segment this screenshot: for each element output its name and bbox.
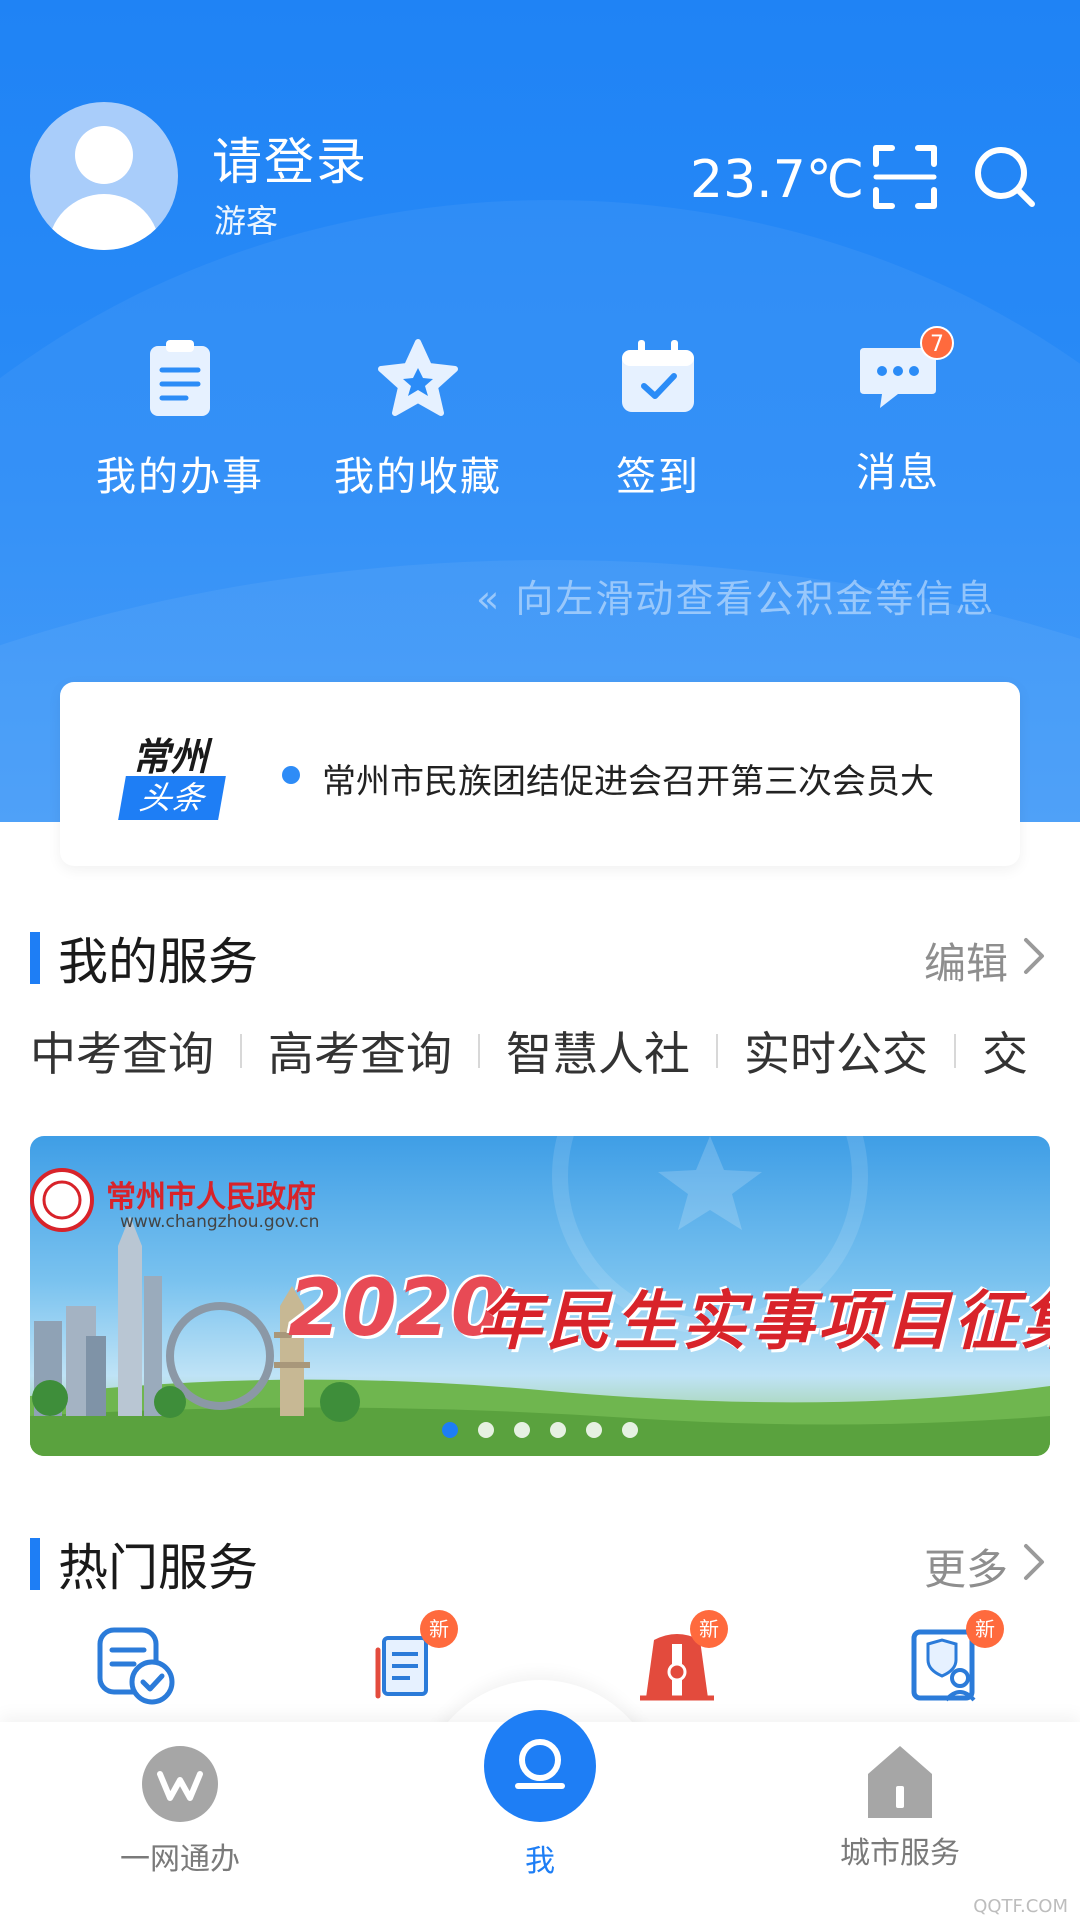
more-services-link[interactable]: 更多	[924, 1536, 1008, 1597]
banner-url: www.changzhou.gov.cn	[120, 1212, 320, 1232]
section-accent-bar	[30, 1538, 40, 1590]
scan-icon[interactable]	[872, 144, 938, 210]
hot-services-header: 热门服务 更多	[0, 1522, 1080, 1602]
service-item[interactable]: 交	[982, 1018, 1028, 1084]
nav-item-me[interactable]: 我	[470, 1710, 610, 1880]
my-affairs-label: 我的办事	[96, 454, 264, 500]
w-logo-icon	[142, 1746, 218, 1822]
new-badge: 新	[966, 1610, 1004, 1648]
nav-item-city-services[interactable]: 城市服务	[830, 1740, 970, 1872]
watermark: QQTF.COM	[973, 1896, 1068, 1917]
carousel-dot[interactable]	[478, 1422, 494, 1438]
carousel-dots	[442, 1422, 658, 1442]
news-logo-line1: 常州	[132, 735, 209, 779]
temperature-readout[interactable]: 23.7℃	[690, 150, 864, 210]
separator	[478, 1034, 480, 1068]
quick-actions: 我的办事 我的收藏 签到 7 消息	[0, 326, 1080, 508]
calendar-check-icon	[622, 340, 694, 412]
hot-services-title: 热门服务	[58, 1539, 258, 1597]
login-title[interactable]: 请登录	[212, 122, 368, 194]
my-favorites-button[interactable]: 我的收藏	[318, 338, 518, 502]
clipboard-icon	[150, 340, 210, 416]
swipe-hint[interactable]: « 向左滑动查看公积金等信息	[476, 568, 995, 623]
news-logo-line2: 头条	[118, 776, 226, 820]
carousel-dot[interactable]	[442, 1422, 458, 1438]
new-badge: 新	[690, 1610, 728, 1648]
banner-org-name: 常州市人民政府	[106, 1180, 316, 1215]
house-icon	[868, 1746, 932, 1818]
new-badge: 新	[420, 1610, 458, 1648]
my-favorites-label: 我的收藏	[334, 454, 502, 500]
profile-icon	[484, 1710, 596, 1822]
message-count-badge: 7	[920, 326, 954, 360]
banner-year: 2020	[288, 1264, 506, 1354]
news-ticker-card[interactable]: 常州 头条 常州市民族团结促进会召开第三次会员大	[60, 682, 1020, 866]
my-services-header: 我的服务 编辑	[0, 916, 1080, 996]
carousel-dot[interactable]	[586, 1422, 602, 1438]
hot-service-item[interactable]: 新	[904, 1610, 1004, 1710]
news-headline[interactable]: 常州市民族团结促进会召开第三次会员大	[322, 754, 934, 803]
nav-label: 一网通办	[120, 1842, 240, 1877]
my-affairs-button[interactable]: 我的办事	[80, 338, 280, 502]
separator	[240, 1034, 242, 1068]
nav-label: 我	[525, 1844, 555, 1879]
edit-services-link[interactable]: 编辑	[924, 930, 1008, 991]
vehicle-check-icon	[97, 1627, 175, 1705]
section-accent-bar	[30, 932, 40, 984]
hot-service-item[interactable]: 新	[362, 1610, 458, 1710]
hot-service-item[interactable]	[90, 1620, 180, 1710]
chat-bubble-icon: 7	[858, 326, 954, 418]
nav-item-one-stop[interactable]: 一网通办	[110, 1746, 250, 1878]
my-services-title: 我的服务	[58, 933, 258, 991]
avatar[interactable]	[30, 102, 178, 250]
separator	[954, 1034, 956, 1068]
service-item[interactable]: 实时公交	[744, 1018, 928, 1084]
check-in-button[interactable]: 签到	[558, 338, 758, 502]
separator	[716, 1034, 718, 1068]
hot-service-item[interactable]: 新	[632, 1610, 728, 1710]
bullet-dot-icon	[282, 766, 300, 784]
messages-label: 消息	[856, 450, 940, 496]
star-icon	[378, 339, 458, 416]
chevron-right-icon[interactable]	[1016, 1542, 1050, 1582]
my-services-strip: 中考查询 高考查询 智慧人社 实时公交交	[30, 1018, 1080, 1088]
service-item[interactable]: 智慧人社	[506, 1018, 690, 1084]
user-role-label: 游客	[214, 202, 279, 240]
check-in-label: 签到	[616, 454, 700, 500]
carousel-dot[interactable]	[622, 1422, 638, 1438]
messages-button[interactable]: 7 消息	[798, 326, 998, 498]
nav-label: 城市服务	[840, 1836, 960, 1871]
search-icon[interactable]	[972, 144, 1038, 210]
carousel-dot[interactable]	[550, 1422, 566, 1438]
service-item[interactable]: 高考查询	[268, 1018, 452, 1084]
news-logo: 常州 头条	[118, 726, 232, 822]
carousel-dot[interactable]	[514, 1422, 530, 1438]
promo-banner[interactable]: 常州市人民政府 www.changzhou.gov.cn 2020 年民生实事项…	[30, 1136, 1050, 1456]
service-item[interactable]: 中考查询	[30, 1018, 214, 1084]
banner-slogan: 年民生实事项目征集	[478, 1285, 1050, 1359]
chevron-right-icon[interactable]	[1016, 936, 1050, 976]
